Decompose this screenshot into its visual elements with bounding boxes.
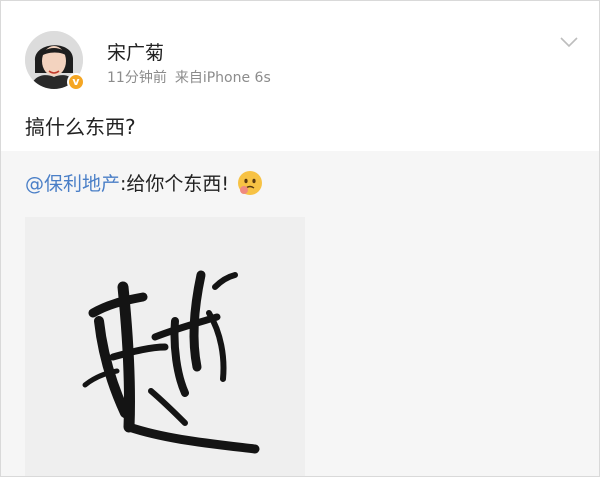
weibo-post-card: v 宋广菊 11分钟前 来自iPhone 6s 搞什么东西? @保利地产:给你个东…	[0, 0, 600, 477]
calligraphy-image[interactable]	[25, 217, 305, 476]
post-meta: 11分钟前 来自iPhone 6s	[107, 67, 271, 87]
repost-text-line: @保利地产:给你个东西!	[25, 169, 263, 196]
repost-block[interactable]: @保利地产:给你个东西!	[1, 151, 599, 476]
thinking-face-icon	[238, 171, 263, 195]
calligraphy-strokes	[82, 270, 260, 454]
mention-link[interactable]: @保利地产	[25, 173, 120, 195]
verified-badge-icon: v	[67, 73, 85, 91]
chevron-down-icon[interactable]	[559, 35, 579, 49]
post-header: v 宋广菊 11分钟前 来自iPhone 6s	[1, 1, 599, 95]
post-source: 来自iPhone 6s	[174, 70, 271, 86]
post-text: 搞什么东西?	[25, 115, 136, 139]
author-name[interactable]: 宋广菊	[107, 38, 164, 65]
repost-text: :给你个东西!	[120, 173, 230, 195]
post-time: 11分钟前	[107, 70, 167, 86]
